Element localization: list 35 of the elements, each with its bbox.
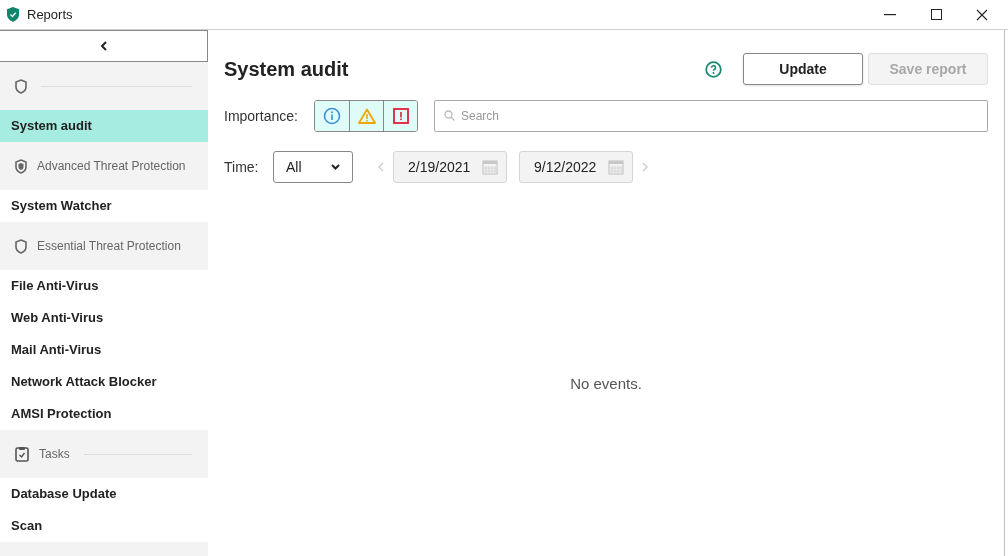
group-heading: Essential Threat Protection	[37, 238, 181, 255]
importance-label: Importance:	[224, 106, 299, 126]
shield-icon	[15, 78, 27, 94]
importance-toggle[interactable]	[315, 101, 349, 131]
caret-icon	[331, 164, 340, 170]
date-field[interactable]: 2/19/2021	[393, 151, 507, 183]
time-label: Time:	[224, 157, 260, 177]
importance-toggle[interactable]	[383, 101, 417, 131]
shield-icon	[15, 238, 27, 254]
sidebar-item[interactable]: System audit	[0, 110, 208, 142]
action-button[interactable]: Update	[743, 53, 863, 85]
search-field[interactable]: Search	[434, 100, 988, 132]
warning-icon	[357, 108, 376, 124]
clipboard-check-icon	[15, 446, 29, 462]
time-dropdown[interactable]: All	[273, 151, 353, 183]
calendar-icon	[608, 159, 624, 175]
date-field[interactable]: 9/12/2022	[519, 151, 633, 183]
app-shield-icon	[7, 7, 19, 22]
calendar-icon	[482, 159, 498, 175]
window-title: Reports	[27, 5, 73, 24]
group-heading: Advanced Threat Protection	[37, 158, 186, 175]
close-icon	[976, 8, 988, 21]
minimize-icon	[884, 13, 896, 16]
chevron-left-icon	[99, 41, 108, 51]
importance-toggle[interactable]	[349, 101, 383, 131]
empty-message: No events.	[570, 374, 642, 395]
group-heading: Tasks	[39, 446, 70, 463]
shield-icon	[15, 158, 27, 174]
help-icon[interactable]	[705, 60, 722, 78]
page-title: System audit	[224, 57, 349, 82]
info-icon	[323, 107, 341, 125]
search-icon	[444, 110, 455, 121]
collapse-button[interactable]	[0, 30, 208, 62]
critical-icon	[392, 108, 409, 124]
maximize-icon	[930, 9, 942, 20]
